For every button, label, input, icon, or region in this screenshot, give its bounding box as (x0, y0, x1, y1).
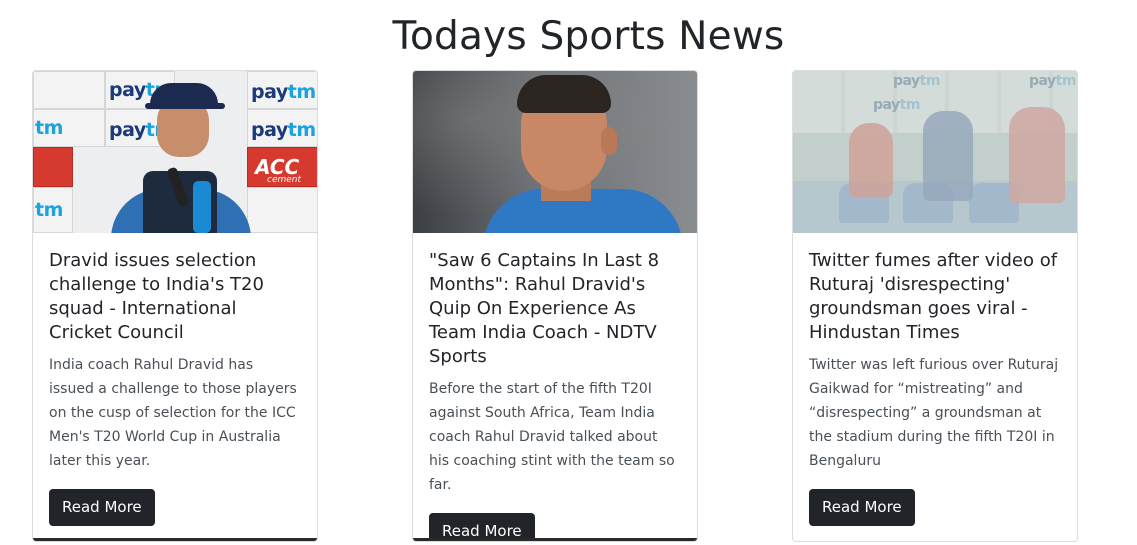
news-image-1[interactable]: paytm paytm tm paytm paytm ACC cement tm (33, 71, 317, 233)
paytm-logo: tm (35, 199, 63, 221)
paytm-logo: paytm (251, 119, 316, 141)
news-image-2[interactable] (413, 71, 697, 233)
paytm-logo: tm (35, 117, 63, 139)
news-headline: Dravid issues selection challenge to Ind… (49, 250, 264, 343)
page-title: Todays Sports News (392, 14, 785, 59)
news-summary: Twitter was left furious over Ruturaj Ga… (809, 357, 1059, 469)
read-more-button[interactable]: Read More (809, 489, 915, 526)
news-summary: India coach Rahul Dravid has issued a ch… (49, 357, 297, 469)
paytm-logo: paytm (251, 81, 316, 103)
news-card-1: paytm paytm tm paytm paytm ACC cement tm… (32, 70, 318, 542)
news-card-3: paytm paytm paytm Twitter fumes after vi… (792, 70, 1078, 542)
card-bottom-edge (33, 538, 317, 541)
news-headline: "Saw 6 Captains In Last 8 Months": Rahul… (429, 250, 660, 367)
news-headline: Twitter fumes after video of Ruturaj 'di… (809, 250, 1058, 343)
news-summary: Before the start of the fifth T20I again… (429, 381, 675, 493)
acc-cement-logo: cement (267, 175, 302, 185)
read-more-button[interactable]: Read More (49, 489, 155, 526)
news-card-2: "Saw 6 Captains In Last 8 Months": Rahul… (412, 70, 698, 542)
news-image-3[interactable]: paytm paytm paytm (793, 71, 1077, 233)
card-bottom-edge (413, 538, 697, 541)
